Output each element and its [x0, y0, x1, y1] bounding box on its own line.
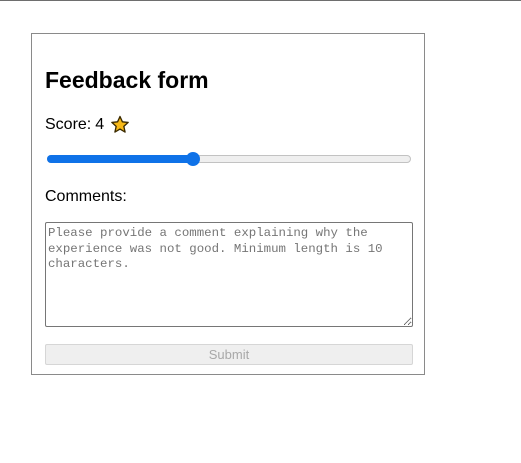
score-row: Score: 4: [45, 114, 130, 136]
slider-fill: [47, 155, 193, 163]
comments-textarea[interactable]: [45, 222, 413, 327]
score-slider[interactable]: [47, 150, 411, 168]
slider-thumb[interactable]: [186, 152, 200, 166]
submit-button[interactable]: Submit: [45, 344, 413, 365]
star-icon: [110, 115, 130, 135]
comments-label: Comments:: [45, 188, 127, 205]
form-title: Feedback form: [45, 67, 209, 93]
feedback-form: Feedback form Score: 4 Comments: Submit: [31, 33, 425, 375]
score-label: Score:: [45, 116, 92, 133]
score-value: 4: [95, 116, 105, 133]
top-border: [0, 0, 521, 1]
